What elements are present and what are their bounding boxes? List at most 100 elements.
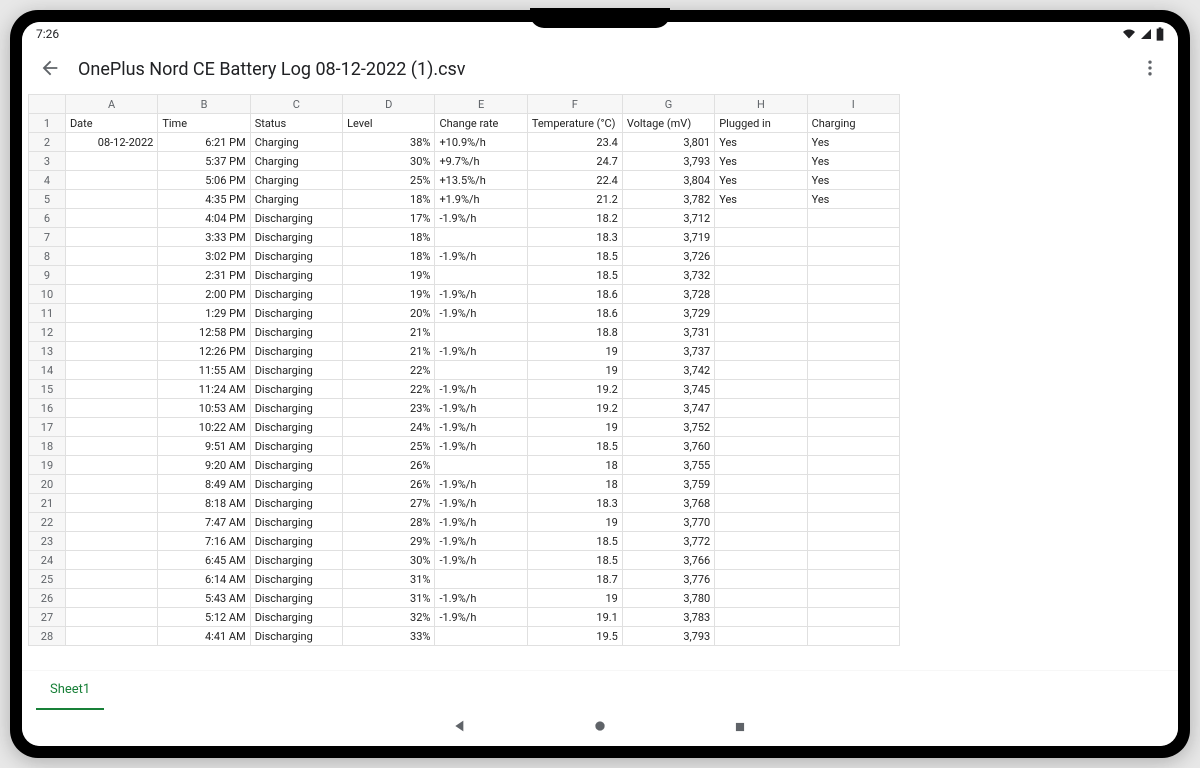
cell[interactable] (807, 323, 899, 342)
row-num[interactable]: 16 (29, 399, 66, 418)
cell[interactable]: 3,801 (622, 133, 714, 152)
row-num[interactable]: 18 (29, 437, 66, 456)
cell[interactable]: 4:41 AM (158, 627, 250, 646)
cell[interactable]: 19.2 (527, 380, 622, 399)
cell[interactable]: -1.9%/h (435, 342, 527, 361)
cell[interactable]: +13.5%/h (435, 171, 527, 190)
row-num[interactable]: 23 (29, 532, 66, 551)
cell[interactable]: Discharging (250, 380, 342, 399)
cell[interactable] (807, 209, 899, 228)
cell[interactable]: 8:18 AM (158, 494, 250, 513)
cell[interactable]: Charging (250, 171, 342, 190)
cell[interactable]: Yes (807, 171, 899, 190)
cell[interactable] (65, 608, 157, 627)
cell[interactable]: 28% (343, 513, 435, 532)
cell[interactable] (435, 228, 527, 247)
cell[interactable]: 7:47 AM (158, 513, 250, 532)
row-num[interactable]: 21 (29, 494, 66, 513)
cell[interactable] (65, 304, 157, 323)
cell[interactable]: 25% (343, 171, 435, 190)
row-num[interactable]: 28 (29, 627, 66, 646)
cell[interactable] (807, 228, 899, 247)
cell[interactable]: Yes (807, 190, 899, 209)
cell[interactable]: 3,766 (622, 551, 714, 570)
cell[interactable]: 19 (527, 589, 622, 608)
cell[interactable]: Discharging (250, 361, 342, 380)
col-head-B[interactable]: B (158, 95, 250, 114)
cell[interactable] (65, 570, 157, 589)
cell[interactable]: Voltage (mV) (622, 114, 714, 133)
row-num[interactable]: 3 (29, 152, 66, 171)
cell[interactable]: 27% (343, 494, 435, 513)
cell[interactable]: 3,770 (622, 513, 714, 532)
cell[interactable] (715, 418, 807, 437)
col-head-A[interactable]: A (65, 95, 157, 114)
cell[interactable]: Discharging (250, 475, 342, 494)
cell[interactable]: 6:45 AM (158, 551, 250, 570)
cell[interactable] (715, 532, 807, 551)
cell[interactable] (807, 532, 899, 551)
cell[interactable]: +10.9%/h (435, 133, 527, 152)
cell[interactable]: 18.6 (527, 304, 622, 323)
cell[interactable]: 20% (343, 304, 435, 323)
cell[interactable] (65, 342, 157, 361)
cell[interactable]: Charging (250, 190, 342, 209)
cell[interactable]: 19 (527, 513, 622, 532)
cell[interactable] (807, 399, 899, 418)
col-head-I[interactable]: I (807, 95, 899, 114)
back-button[interactable] (30, 50, 70, 90)
cell[interactable]: 21.2 (527, 190, 622, 209)
cell[interactable]: Level (343, 114, 435, 133)
cell[interactable]: Discharging (250, 304, 342, 323)
cell[interactable]: 12:26 PM (158, 342, 250, 361)
row-num[interactable]: 7 (29, 228, 66, 247)
cell[interactable]: 9:51 AM (158, 437, 250, 456)
nav-recents-button[interactable] (730, 718, 750, 738)
cell[interactable]: 19 (527, 361, 622, 380)
cell[interactable] (807, 418, 899, 437)
row-num[interactable]: 1 (29, 114, 66, 133)
cell[interactable] (807, 570, 899, 589)
cell[interactable]: 19.2 (527, 399, 622, 418)
cell[interactable]: Discharging (250, 342, 342, 361)
cell[interactable]: 22% (343, 380, 435, 399)
cell[interactable] (65, 551, 157, 570)
cell[interactable]: 3,780 (622, 589, 714, 608)
cell[interactable]: 3,747 (622, 399, 714, 418)
cell[interactable]: Discharging (250, 494, 342, 513)
cell[interactable]: 3,759 (622, 475, 714, 494)
cell[interactable] (435, 627, 527, 646)
cell[interactable]: Yes (715, 190, 807, 209)
cell[interactable]: 21% (343, 342, 435, 361)
cell[interactable] (715, 361, 807, 380)
row-num[interactable]: 22 (29, 513, 66, 532)
cell[interactable]: 18% (343, 247, 435, 266)
cell[interactable]: 18.7 (527, 570, 622, 589)
cell[interactable]: Discharging (250, 285, 342, 304)
cell[interactable]: 32% (343, 608, 435, 627)
cell[interactable] (807, 494, 899, 513)
cell[interactable]: 3,719 (622, 228, 714, 247)
row-num[interactable]: 15 (29, 380, 66, 399)
cell[interactable]: Discharging (250, 437, 342, 456)
cell[interactable] (715, 266, 807, 285)
cell[interactable] (807, 627, 899, 646)
cell[interactable]: Charging (250, 152, 342, 171)
cell[interactable]: Yes (807, 152, 899, 171)
sheet-blank-area[interactable] (900, 94, 1178, 670)
cell[interactable] (807, 304, 899, 323)
row-num[interactable]: 14 (29, 361, 66, 380)
cell[interactable]: 24% (343, 418, 435, 437)
cell[interactable]: Discharging (250, 209, 342, 228)
cell[interactable]: 18.5 (527, 247, 622, 266)
row-num[interactable]: 17 (29, 418, 66, 437)
cell[interactable]: Discharging (250, 418, 342, 437)
row-num[interactable]: 12 (29, 323, 66, 342)
nav-back-button[interactable] (450, 718, 470, 738)
row-num[interactable]: 8 (29, 247, 66, 266)
cell[interactable] (65, 437, 157, 456)
cell[interactable]: 18% (343, 190, 435, 209)
cell[interactable] (65, 532, 157, 551)
cell[interactable]: Status (250, 114, 342, 133)
cell[interactable]: 23.4 (527, 133, 622, 152)
